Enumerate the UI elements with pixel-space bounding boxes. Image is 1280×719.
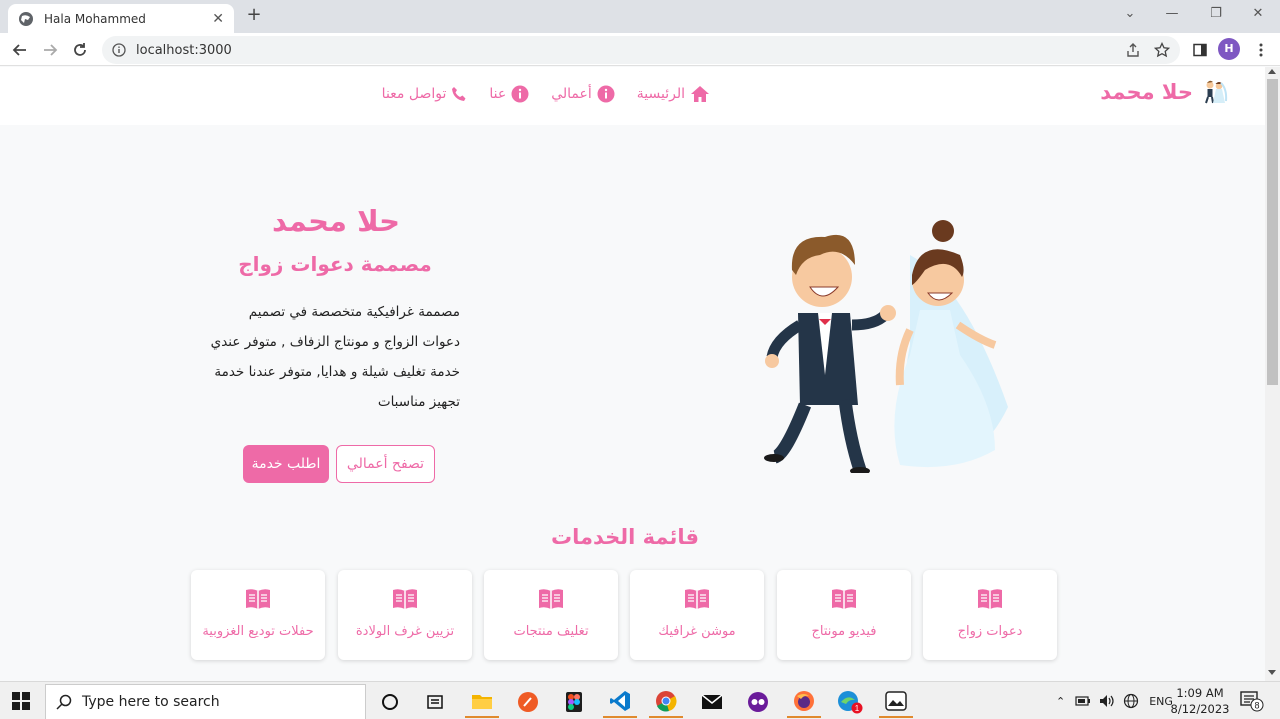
hero-description: مصممة غرافيكية متخصصة في تصميم دعوات الز… (210, 304, 460, 410)
info-circle-icon (511, 85, 529, 103)
new-tab-button[interactable]: + (244, 4, 264, 26)
service-card[interactable]: حفلات توديع الغزوبية (191, 570, 325, 660)
couple-logo-icon (1205, 80, 1228, 104)
reload-icon[interactable] (67, 37, 93, 63)
request-service-button[interactable]: اطلب خدمة (243, 445, 329, 483)
mail-icon[interactable] (695, 686, 729, 718)
service-label: تزيين غرف الولادة (355, 624, 455, 639)
home-icon (691, 86, 709, 102)
widgets-icon[interactable] (418, 686, 452, 718)
forward-icon[interactable] (37, 37, 63, 63)
service-label: دعوات زواج (957, 624, 1023, 639)
firefox-icon[interactable] (787, 686, 821, 718)
service-label: موشن غرافيك (658, 624, 736, 639)
nav-works[interactable]: أعمالي (551, 85, 615, 103)
file-explorer-icon[interactable] (465, 686, 499, 718)
nav-home[interactable]: الرئيسية (637, 85, 710, 103)
clock-time: 1:09 AM (1176, 686, 1224, 700)
window-close-icon[interactable]: ✕ (1238, 0, 1278, 30)
search-icon (56, 694, 72, 710)
network-globe-icon[interactable] (1123, 693, 1139, 709)
restore-icon[interactable]: ❐ (1196, 0, 1236, 30)
scrollbar-thumb[interactable] (1267, 79, 1278, 385)
book-icon (246, 589, 270, 609)
services-title: قائمة الخدمات (551, 525, 699, 549)
side-panel-icon[interactable] (1189, 39, 1211, 61)
service-label: حفلات توديع الغزوبية (202, 624, 314, 639)
edge-icon[interactable]: 1 (833, 686, 867, 718)
globe-icon (19, 11, 33, 26)
notification-count: 8 (1254, 701, 1259, 711)
hero-title: حلا محمد (271, 204, 401, 238)
info-circle-icon (597, 85, 615, 103)
tab-close-icon[interactable]: ✕ (212, 11, 224, 27)
browse-works-button[interactable]: تصفح أعمالي (336, 445, 435, 483)
web-page: حلا محمد الرئيسية أعمالي عنا تواصل معنا … (0, 67, 1265, 681)
wedding-couple-illustration (764, 220, 1008, 473)
tab-title: Hala Mohammed (44, 11, 146, 26)
info-icon[interactable] (112, 43, 126, 57)
back-icon[interactable] (7, 37, 33, 63)
minimize-icon[interactable]: — (1152, 0, 1192, 30)
postman-icon[interactable] (511, 686, 545, 718)
bookmark-star-icon[interactable] (1151, 39, 1173, 61)
service-card[interactable]: فيديو مونتاج (777, 570, 911, 660)
service-card[interactable]: موشن غرافيك (630, 570, 764, 660)
brand-logo[interactable]: حلا محمد (1100, 77, 1229, 107)
media-app-icon[interactable] (741, 686, 775, 718)
search-placeholder: Type here to search (82, 694, 220, 710)
system-tray: ⌃ ENG (1050, 682, 1173, 719)
book-icon (978, 589, 1002, 609)
nav-home-label: الرئيسية (636, 86, 685, 102)
service-label: فيديو مونتاج (811, 624, 877, 639)
scroll-down-arrow-icon[interactable] (1268, 670, 1276, 675)
windows-taskbar: Type here to search 1 ⌃ ENG 1:09 AM 8/12… (0, 681, 1280, 719)
menu-icon[interactable] (1250, 39, 1272, 61)
book-icon (539, 589, 563, 609)
vscode-icon[interactable] (603, 686, 637, 718)
profile-avatar[interactable]: H (1218, 38, 1240, 60)
nav-about-label: عنا (489, 86, 507, 102)
book-icon (685, 589, 709, 609)
tab-strip: Hala Mohammed ✕ + ⌄ — ❐ ✕ (0, 0, 1280, 33)
task-view-icon[interactable] (373, 686, 407, 718)
browser-toolbar: localhost:3000 H (0, 33, 1280, 66)
taskbar-search[interactable]: Type here to search (45, 684, 366, 719)
tab-search-icon[interactable]: ⌄ (1110, 0, 1150, 30)
phone-icon (452, 87, 466, 101)
page-scrollbar[interactable] (1265, 67, 1280, 681)
hero-subtitle: مصممة دعوات زواج (238, 252, 432, 276)
clock[interactable]: 1:09 AM 8/12/2023 (1168, 685, 1232, 717)
service-card[interactable]: تزيين غرف الولادة (338, 570, 472, 660)
chrome-icon[interactable] (649, 686, 683, 718)
main-nav: الرئيسية أعمالي عنا تواصل معنا (360, 85, 710, 103)
service-label: تغليف منتجات (513, 624, 589, 639)
book-icon (393, 589, 417, 609)
address-bar[interactable]: localhost:3000 (102, 36, 1180, 64)
show-hidden-icons-icon[interactable]: ⌃ (1056, 695, 1065, 708)
services-list: دعوات زواج فيديو مونتاج موشن غرافيك تغلي… (191, 570, 1057, 660)
volume-icon[interactable] (1099, 694, 1115, 708)
battery-icon[interactable] (1075, 695, 1091, 707)
edge-badge: 1 (855, 704, 860, 713)
clock-date: 8/12/2023 (1170, 702, 1230, 716)
windows-start-icon[interactable] (12, 692, 30, 710)
browser-tab[interactable]: Hala Mohammed ✕ (8, 4, 234, 33)
service-card[interactable]: تغليف منتجات (484, 570, 618, 660)
share-icon[interactable] (1122, 39, 1144, 61)
nav-works-label: أعمالي (551, 86, 592, 102)
book-icon (832, 589, 856, 609)
site-header: حلا محمد الرئيسية أعمالي عنا تواصل معنا (0, 67, 1265, 125)
service-card[interactable]: دعوات زواج (923, 570, 1057, 660)
figma-icon[interactable] (557, 686, 591, 718)
photos-icon[interactable] (879, 686, 913, 718)
nav-contact-label: تواصل معنا (381, 86, 447, 102)
notification-center-icon[interactable]: 8 (1240, 690, 1264, 712)
url-text: localhost:3000 (136, 42, 232, 58)
scroll-up-arrow-icon[interactable] (1268, 69, 1276, 74)
nav-contact[interactable]: تواصل معنا (382, 85, 468, 103)
nav-about[interactable]: عنا (489, 85, 529, 103)
brand-name: حلا محمد (1100, 80, 1193, 104)
